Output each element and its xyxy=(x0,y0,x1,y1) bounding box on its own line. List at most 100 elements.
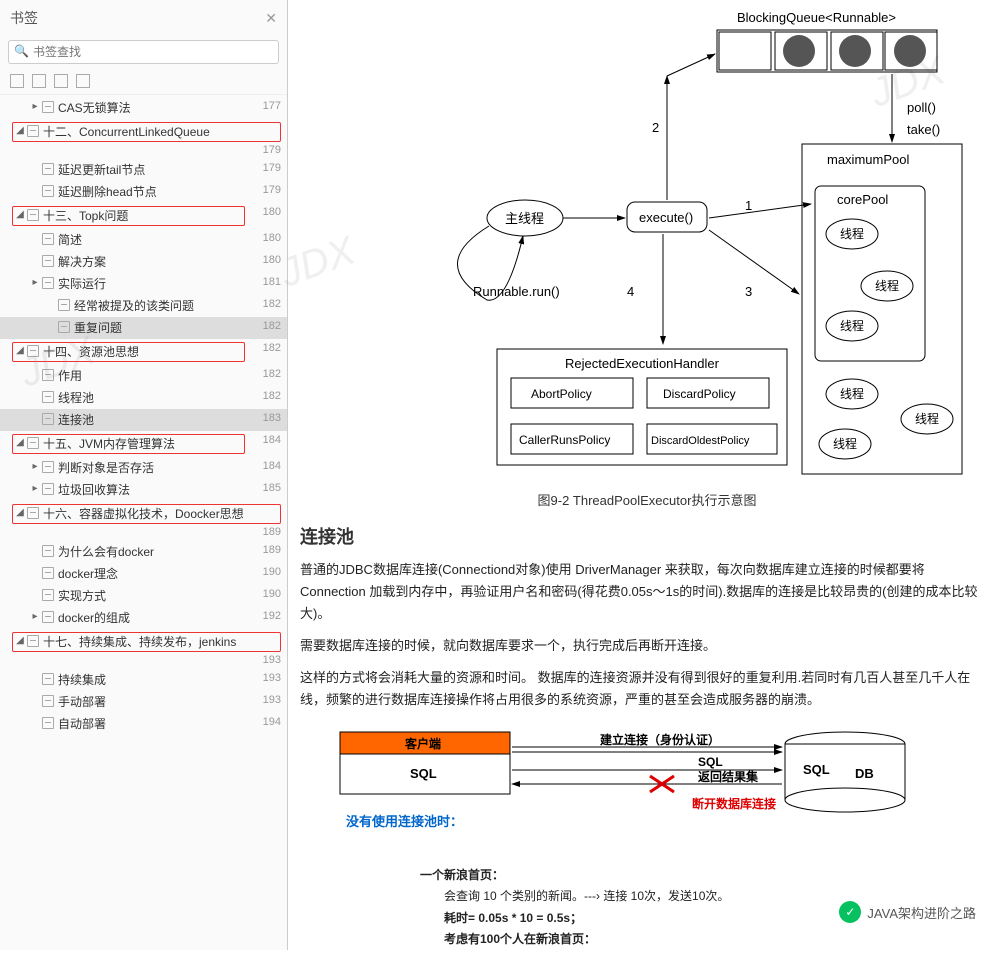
bookmark-node-icon xyxy=(42,101,54,113)
bookmark-node-icon xyxy=(42,255,54,267)
bookmark-item[interactable]: ▸docker的组成192 xyxy=(0,607,287,629)
tree-twisty-icon[interactable]: ▸ xyxy=(30,277,40,288)
page-number: 179 xyxy=(249,184,281,196)
bookmark-label: 延迟更新tail节点 xyxy=(58,162,245,178)
bookmark-label: 十四、资源池思想 xyxy=(43,344,242,360)
section-heading: 连接池 xyxy=(300,523,994,549)
bookmark-item[interactable]: ◢ 十五、JVM内存管理算法 184 xyxy=(0,431,287,457)
bookmark-node-icon xyxy=(42,611,54,623)
page-number: 179 xyxy=(263,144,281,156)
page-number: 183 xyxy=(249,412,281,424)
page-number: 194 xyxy=(249,716,281,728)
bookmark-item[interactable]: 为什么会有docker189 xyxy=(0,541,287,563)
bookmark-icon[interactable] xyxy=(54,74,68,88)
tree-twisty-icon[interactable]: ◢ xyxy=(15,437,25,448)
bookmark-item[interactable]: ◢十六、容器虚拟化技术，Doocker思想189 xyxy=(0,501,287,541)
page-number: 182 xyxy=(249,298,281,310)
bookmark-item[interactable]: 实现方式190 xyxy=(0,585,287,607)
bookmark-tree: ▸CAS无锁算法177◢十二、ConcurrentLinkedQueue179延… xyxy=(0,95,287,950)
bookmark-item[interactable]: ◢ 十二、ConcurrentLinkedQueue 179 xyxy=(0,119,287,159)
bookmark-node-icon xyxy=(42,717,54,729)
bookmark-node-icon xyxy=(27,507,39,519)
page-number: 189 xyxy=(263,526,281,538)
bookmark-node-icon xyxy=(42,233,54,245)
svg-text:AbortPolicy: AbortPolicy xyxy=(531,387,592,401)
bookmark-item[interactable]: 延迟删除head节点 179 xyxy=(0,181,287,203)
svg-text:BlockingQueue<Runnable>: BlockingQueue<Runnable> xyxy=(737,10,896,25)
tree-twisty-icon[interactable]: ◢ xyxy=(15,635,25,646)
expand-all-icon[interactable] xyxy=(10,74,24,88)
bookmark-label: 十七、持续集成、持续发布，jenkins xyxy=(43,634,278,650)
bookmark-node-icon xyxy=(27,209,39,221)
page-number: 185 xyxy=(249,482,281,494)
tree-twisty-icon[interactable]: ▸ xyxy=(30,461,40,472)
svg-text:poll(): poll() xyxy=(907,100,936,115)
bookmark-node-icon xyxy=(42,483,54,495)
close-icon[interactable]: ✕ xyxy=(265,10,277,27)
paragraph: 普通的JDBC数据库连接(Connectiond对象)使用 DriverMana… xyxy=(300,559,994,625)
bookmark-label: 连接池 xyxy=(58,412,245,428)
bookmark-item[interactable]: 经常被提及的该类问题182 xyxy=(0,295,287,317)
tree-twisty-icon[interactable]: ▸ xyxy=(30,483,40,494)
svg-text:客户端: 客户端 xyxy=(404,736,441,751)
bookmark-item[interactable]: 简述180 xyxy=(0,229,287,251)
bookmark-item[interactable]: 连接池 183 xyxy=(0,409,287,431)
tree-twisty-icon[interactable]: ◢ xyxy=(15,209,25,220)
bookmark-label: 十五、JVM内存管理算法 xyxy=(43,436,242,452)
svg-text:线程: 线程 xyxy=(840,226,864,241)
bookmark-item[interactable]: docker理念190 xyxy=(0,563,287,585)
svg-text:线程: 线程 xyxy=(833,436,857,451)
svg-text:DiscardOldestPolicy: DiscardOldestPolicy xyxy=(651,435,750,447)
bookmark-item[interactable]: ◢ 十三、Topk问题 180 xyxy=(0,203,287,229)
bookmark-alt-icon[interactable] xyxy=(76,74,90,88)
collapse-all-icon[interactable] xyxy=(32,74,46,88)
bookmark-label: 十二、ConcurrentLinkedQueue xyxy=(43,124,278,140)
tree-twisty-icon[interactable]: ◢ xyxy=(15,507,25,518)
svg-text:SQL: SQL xyxy=(698,755,723,769)
bookmark-label: 判断对象是否存活 xyxy=(58,460,245,476)
page-number: 182 xyxy=(249,342,281,354)
bookmark-label: 延迟删除head节点 xyxy=(58,184,245,200)
threadpool-diagram: BlockingQueue<Runnable> poll() take() ma… xyxy=(327,4,967,484)
page-number: 177 xyxy=(249,100,281,112)
page-number: 184 xyxy=(249,434,281,446)
bookmark-node-icon xyxy=(58,321,70,333)
tree-twisty-icon[interactable]: ▸ xyxy=(30,101,40,112)
bookmark-item[interactable]: ▸ CAS无锁算法 177 xyxy=(0,97,287,119)
bookmark-label: docker理念 xyxy=(58,566,245,582)
tree-twisty-icon[interactable]: ▸ xyxy=(30,611,40,622)
page-number: 180 xyxy=(249,206,281,218)
bookmark-item[interactable]: ▸垃圾回收算法185 xyxy=(0,479,287,501)
bookmark-item[interactable]: 自动部署194 xyxy=(0,713,287,735)
bookmark-item[interactable]: 手动部署193 xyxy=(0,691,287,713)
bookmark-item[interactable]: ▸实际运行181 xyxy=(0,273,287,295)
bookmark-node-icon xyxy=(42,461,54,473)
bookmark-item[interactable]: 作用182 xyxy=(0,365,287,387)
paragraph: 需要数据库连接的时候，就向数据库要求一个，执行完成后再断开连接。 xyxy=(300,635,994,657)
diagram-caption: 图9-2 ThreadPoolExecutor执行示意图 xyxy=(300,490,994,509)
wechat-badge: ✓ JAVA架构进阶之路 xyxy=(839,901,976,923)
bookmark-label: 重复问题 xyxy=(74,320,245,336)
bookmark-node-icon xyxy=(58,299,70,311)
tree-twisty-icon[interactable]: ◢ xyxy=(15,345,25,356)
bookmark-label: 实际运行 xyxy=(58,276,245,292)
bookmark-search-input[interactable] xyxy=(8,40,279,64)
bookmark-item[interactable]: 延迟更新tail节点179 xyxy=(0,159,287,181)
bookmark-node-icon xyxy=(27,437,39,449)
bookmark-node-icon xyxy=(42,185,54,197)
tree-twisty-icon[interactable]: ◢ xyxy=(15,125,25,136)
bookmark-label: 实现方式 xyxy=(58,588,245,604)
bookmark-item[interactable]: 重复问题182 xyxy=(0,317,287,339)
bookmark-item[interactable]: ◢ 十四、资源池思想 182 xyxy=(0,339,287,365)
bookmark-item[interactable]: ◢十七、持续集成、持续发布，jenkins193 xyxy=(0,629,287,669)
bookmark-label: 持续集成 xyxy=(58,672,245,688)
svg-text:execute(): execute() xyxy=(639,210,693,225)
bookmark-label: 十三、Topk问题 xyxy=(43,208,242,224)
bookmark-item[interactable]: ▸判断对象是否存活184 xyxy=(0,457,287,479)
svg-text:没有使用连接池时：: 没有使用连接池时： xyxy=(346,814,463,829)
bookmark-node-icon xyxy=(42,589,54,601)
bookmark-item[interactable]: 线程池182 xyxy=(0,387,287,409)
bookmark-item[interactable]: 持续集成193 xyxy=(0,669,287,691)
bookmark-item[interactable]: 解决方案180 xyxy=(0,251,287,273)
bookmark-label: CAS无锁算法 xyxy=(58,100,245,116)
